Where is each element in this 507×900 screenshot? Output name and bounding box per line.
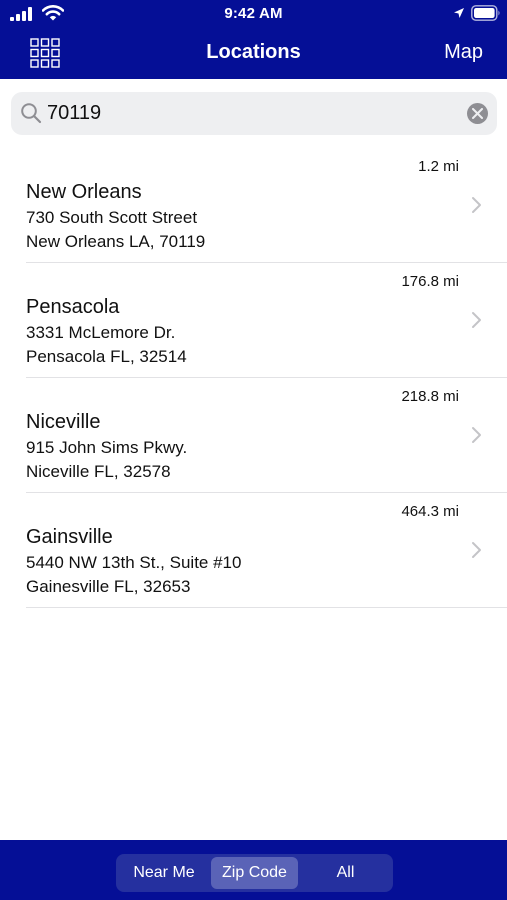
location-name: New Orleans xyxy=(26,181,142,203)
status-bar: 9:42 AM xyxy=(0,0,507,28)
page-title: Locations xyxy=(206,41,301,63)
map-button[interactable]: Map xyxy=(444,41,483,64)
segment-near-me[interactable]: Near Me xyxy=(120,857,208,889)
segment-zip-code[interactable]: Zip Code xyxy=(211,857,298,889)
location-address-line1: 730 South Scott Street xyxy=(26,208,198,227)
location-name: Gainsville xyxy=(26,526,113,548)
search-icon xyxy=(21,103,42,124)
search-input[interactable] xyxy=(47,98,447,129)
location-address-line2: New Orleans LA, 70119 xyxy=(26,232,206,251)
location-address-line2: Pensacola FL, 32514 xyxy=(26,347,187,366)
location-distance: 464.3 mi xyxy=(401,503,459,520)
close-icon xyxy=(472,108,483,119)
row-divider xyxy=(26,607,507,608)
status-time: 9:42 AM xyxy=(224,5,283,22)
header: 9:42 AM Locations Map xyxy=(0,0,507,79)
location-address-line2: Gainesville FL, 32653 xyxy=(26,577,191,596)
location-address-line1: 915 John Sims Pkwy. xyxy=(26,438,188,457)
location-distance: 1.2 mi xyxy=(418,158,459,175)
location-row-gainsville[interactable]: 464.3 mi Gainsville 5440 NW 13th St., Su… xyxy=(0,493,507,608)
chevron-right-icon xyxy=(472,312,481,328)
locations-list: 1.2 mi New Orleans 730 South Scott Stree… xyxy=(0,148,507,608)
segment-all[interactable]: All xyxy=(302,857,389,889)
location-address-line1: 3331 McLemore Dr. xyxy=(26,323,176,342)
chevron-right-icon xyxy=(472,542,481,558)
location-name: Pensacola xyxy=(26,296,120,318)
location-arrow-icon xyxy=(454,8,464,18)
location-row-new-orleans[interactable]: 1.2 mi New Orleans 730 South Scott Stree… xyxy=(0,148,507,263)
battery-icon xyxy=(471,5,500,21)
clear-search-button[interactable] xyxy=(467,103,488,124)
search-bar xyxy=(11,92,497,135)
bottom-bar: Near Me Zip Code All xyxy=(0,840,507,900)
location-name: Niceville xyxy=(26,411,101,433)
chevron-right-icon xyxy=(472,197,481,213)
location-filter-segmented-control: Near Me Zip Code All xyxy=(116,854,393,892)
location-address-line1: 5440 NW 13th St., Suite #10 xyxy=(26,553,242,572)
location-row-niceville[interactable]: 218.8 mi Niceville 915 John Sims Pkwy. N… xyxy=(0,378,507,493)
location-row-pensacola[interactable]: 176.8 mi Pensacola 3331 McLemore Dr. Pen… xyxy=(0,263,507,378)
location-distance: 176.8 mi xyxy=(401,273,459,290)
chevron-right-icon xyxy=(472,427,481,443)
location-distance: 218.8 mi xyxy=(401,388,459,405)
location-address-line2: Niceville FL, 32578 xyxy=(26,462,171,481)
